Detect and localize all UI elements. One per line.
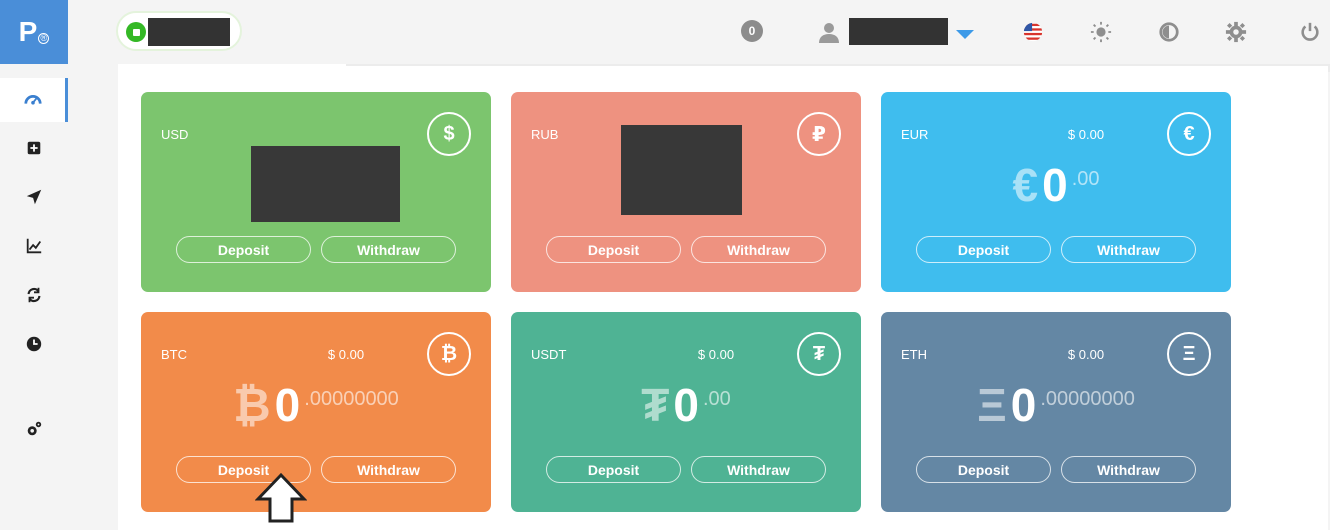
balance-symbol: € bbox=[1012, 159, 1039, 211]
deposit-button[interactable]: Deposit bbox=[546, 456, 681, 483]
notification-badge[interactable]: 0 bbox=[741, 20, 763, 42]
paper-plane-icon bbox=[26, 189, 42, 205]
currency-symbol-icon: $ bbox=[427, 112, 471, 156]
currency-symbol-icon: Ξ bbox=[1167, 332, 1211, 376]
redacted-account-name bbox=[148, 18, 230, 46]
power-icon[interactable] bbox=[1298, 20, 1322, 44]
currency-symbol-icon: ₿ bbox=[427, 332, 471, 376]
clock-icon bbox=[26, 336, 42, 352]
refresh-icon bbox=[27, 287, 41, 303]
deposit-button[interactable]: Deposit bbox=[916, 236, 1051, 263]
redacted-username bbox=[849, 18, 948, 45]
sidebar: P ® bbox=[0, 0, 68, 530]
withdraw-button[interactable]: Withdraw bbox=[321, 456, 456, 483]
currency-symbol-icon: € bbox=[1167, 112, 1211, 156]
sidebar-item-add[interactable] bbox=[0, 126, 68, 170]
sidebar-item-exchange[interactable] bbox=[0, 273, 68, 317]
status-dot-icon bbox=[126, 22, 146, 42]
balance-decimals: .00000000 bbox=[304, 388, 399, 410]
us-flag-icon[interactable] bbox=[1021, 20, 1045, 44]
balance-symbol: Ξ bbox=[977, 379, 1007, 431]
currency-code: USD bbox=[161, 127, 189, 142]
redacted-balance bbox=[251, 146, 400, 222]
cogs-icon bbox=[27, 421, 42, 436]
sidebar-item-settings[interactable] bbox=[0, 407, 68, 451]
currency-code: RUB bbox=[531, 127, 559, 142]
sun-icon[interactable] bbox=[1089, 20, 1113, 44]
deposit-button[interactable]: Deposit bbox=[176, 236, 311, 263]
balance-integer: 0 bbox=[274, 379, 301, 431]
balance-decimals: .00000000 bbox=[1040, 388, 1135, 410]
balance-decimals: .00 bbox=[702, 388, 731, 410]
wallet-card-rub: RUB ₽ Deposit Withdraw bbox=[511, 92, 861, 292]
balance: €0.00 bbox=[881, 162, 1231, 208]
deposit-button[interactable]: Deposit bbox=[546, 236, 681, 263]
gauge-icon bbox=[23, 95, 42, 105]
registered-mark: ® bbox=[38, 32, 50, 44]
logo[interactable]: P ® bbox=[0, 0, 68, 64]
withdraw-button[interactable]: Withdraw bbox=[321, 236, 456, 263]
sidebar-item-stats[interactable] bbox=[0, 224, 68, 268]
currency-symbol-icon: ₮ bbox=[797, 332, 841, 376]
sidebar-item-history[interactable] bbox=[0, 322, 68, 366]
withdraw-button[interactable]: Withdraw bbox=[1061, 236, 1196, 263]
withdraw-button[interactable]: Withdraw bbox=[1061, 456, 1196, 483]
balance: ₿ 0.00000000 bbox=[141, 382, 491, 428]
gear-icon[interactable] bbox=[1224, 20, 1248, 44]
balance-symbol: ₮ bbox=[641, 379, 670, 431]
balance: ₮ 0.00 bbox=[511, 382, 861, 428]
wallet-card-eth: ETH $ 0.00 Ξ Ξ 0.00000000 Deposit Withdraw bbox=[881, 312, 1231, 512]
sidebar-item-send[interactable] bbox=[0, 175, 68, 219]
balance: Ξ 0.00000000 bbox=[881, 382, 1231, 428]
top-header: 0 bbox=[68, 0, 1330, 64]
balance-integer: 0 bbox=[673, 379, 699, 431]
user-icon[interactable] bbox=[817, 20, 841, 44]
currency-symbol-icon: ₽ bbox=[797, 112, 841, 156]
balance-integer: 0 bbox=[1010, 379, 1037, 431]
balance-decimals: .00 bbox=[1071, 168, 1100, 190]
sidebar-item-dashboard[interactable] bbox=[0, 78, 68, 122]
wallet-card-eur: EUR $ 0.00 € €0.00 Deposit Withdraw bbox=[881, 92, 1231, 292]
withdraw-button[interactable]: Withdraw bbox=[691, 236, 826, 263]
plus-square-icon bbox=[27, 141, 41, 155]
redacted-balance bbox=[621, 125, 742, 215]
online-status[interactable] bbox=[116, 11, 242, 51]
wallet-card-btc: BTC $ 0.00 ₿ ₿ 0.00000000 Deposit Withdraw bbox=[141, 312, 491, 512]
logo-letter: P bbox=[18, 16, 38, 47]
balance-integer: 0 bbox=[1042, 159, 1068, 211]
withdraw-button[interactable]: Withdraw bbox=[691, 456, 826, 483]
deposit-button[interactable]: Deposit bbox=[916, 456, 1051, 483]
wallet-card-usdt: USDT $ 0.00 ₮ ₮ 0.00 Deposit Withdraw bbox=[511, 312, 861, 512]
line-chart-icon bbox=[26, 238, 42, 254]
theme-icon[interactable] bbox=[1157, 20, 1181, 44]
chevron-down-icon[interactable] bbox=[956, 30, 974, 39]
wallet-card-usd: USD $ Deposit Withdraw bbox=[141, 92, 491, 292]
arrow-up-icon bbox=[255, 472, 307, 523]
balance-symbol: ₿ bbox=[233, 379, 271, 431]
